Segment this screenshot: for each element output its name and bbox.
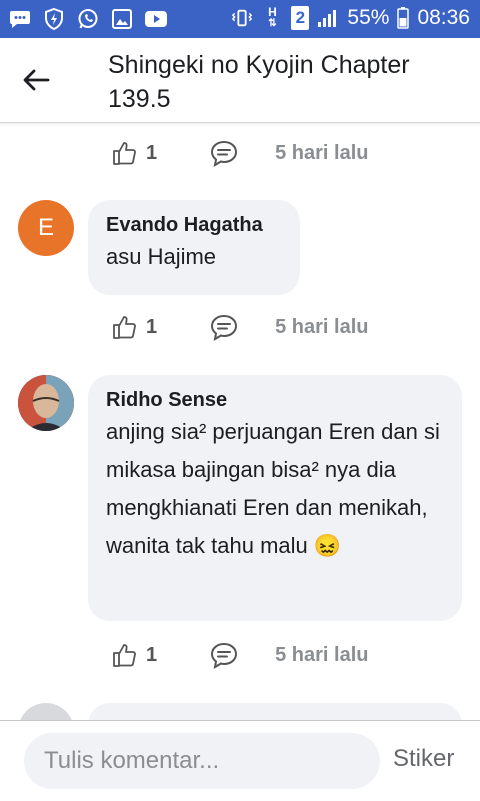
comment-list[interactable]: 1 5 hari lalu E Evando Hagatha asu Hajim…	[0, 123, 480, 720]
sim-icon: 2	[291, 6, 310, 30]
youtube-icon	[144, 7, 168, 31]
comment-text: anjing sia² perjuangan Eren dan si mikas…	[106, 413, 444, 565]
whatsapp-icon	[76, 7, 100, 31]
comment-actions: 1 5 hari lalu	[112, 137, 369, 169]
vibrate-icon	[231, 6, 253, 30]
like-icon[interactable]	[112, 140, 136, 166]
reply-icon[interactable]	[209, 313, 239, 341]
status-bar-notifications	[8, 7, 168, 31]
comment-bubble[interactable]	[88, 703, 462, 720]
avatar[interactable]	[18, 703, 74, 720]
shield-icon	[42, 7, 66, 31]
like-count: 1	[146, 643, 158, 666]
comment-composer: Tulis komentar... Stiker	[0, 720, 480, 801]
reply-icon[interactable]	[209, 139, 239, 167]
like-icon[interactable]	[112, 314, 136, 340]
comment-actions: 1 5 hari lalu	[112, 311, 369, 343]
status-bar: H ⇅ 2 55% 08:36	[0, 0, 480, 38]
network-icon: H ⇅	[268, 5, 277, 29]
like-icon[interactable]	[112, 642, 136, 668]
back-arrow-icon[interactable]	[20, 64, 52, 96]
like-count: 1	[146, 141, 158, 164]
comment-text-body: anjing sia² perjuangan Eren dan si mikas…	[106, 419, 440, 558]
battery-icon	[397, 6, 410, 30]
gallery-icon	[110, 7, 134, 31]
message-icon	[8, 7, 32, 31]
comment-bubble[interactable]: Evando Hagatha asu Hajime	[88, 200, 300, 295]
comment-author[interactable]: Ridho Sense	[106, 387, 444, 413]
battery-percent: 55%	[347, 6, 390, 29]
comment-time: 5 hari lalu	[275, 643, 369, 666]
network-type: H	[268, 5, 277, 19]
comment-time: 5 hari lalu	[275, 315, 369, 338]
app-header: Shingeki no Kyojin Chapter 139.5	[0, 38, 480, 123]
comment-actions: 1 5 hari lalu	[112, 639, 369, 671]
avatar[interactable]: E	[18, 200, 74, 256]
page-title: Shingeki no Kyojin Chapter 139.5	[108, 51, 410, 113]
comment-author[interactable]: Evando Hagatha	[106, 212, 282, 238]
sticker-button[interactable]: Stiker	[393, 745, 454, 773]
reply-icon[interactable]	[209, 641, 239, 669]
status-bar-system: H ⇅ 2 55% 08:36	[231, 6, 470, 30]
confounded-face-emoji: 😖	[313, 533, 342, 558]
avatar[interactable]	[18, 375, 74, 431]
comment-text: asu Hajime	[106, 244, 217, 269]
status-time: 08:36	[417, 6, 470, 29]
avatar-letter: E	[37, 214, 54, 241]
comment-time: 5 hari lalu	[275, 141, 369, 164]
comment-bubble[interactable]: Ridho Sense anjing sia² perjuangan Eren …	[88, 375, 462, 621]
avatar-image	[18, 375, 74, 431]
signal-icon	[317, 6, 339, 30]
comment-input[interactable]: Tulis komentar...	[24, 733, 380, 789]
like-count: 1	[146, 315, 158, 338]
sim-number: 2	[295, 8, 306, 27]
